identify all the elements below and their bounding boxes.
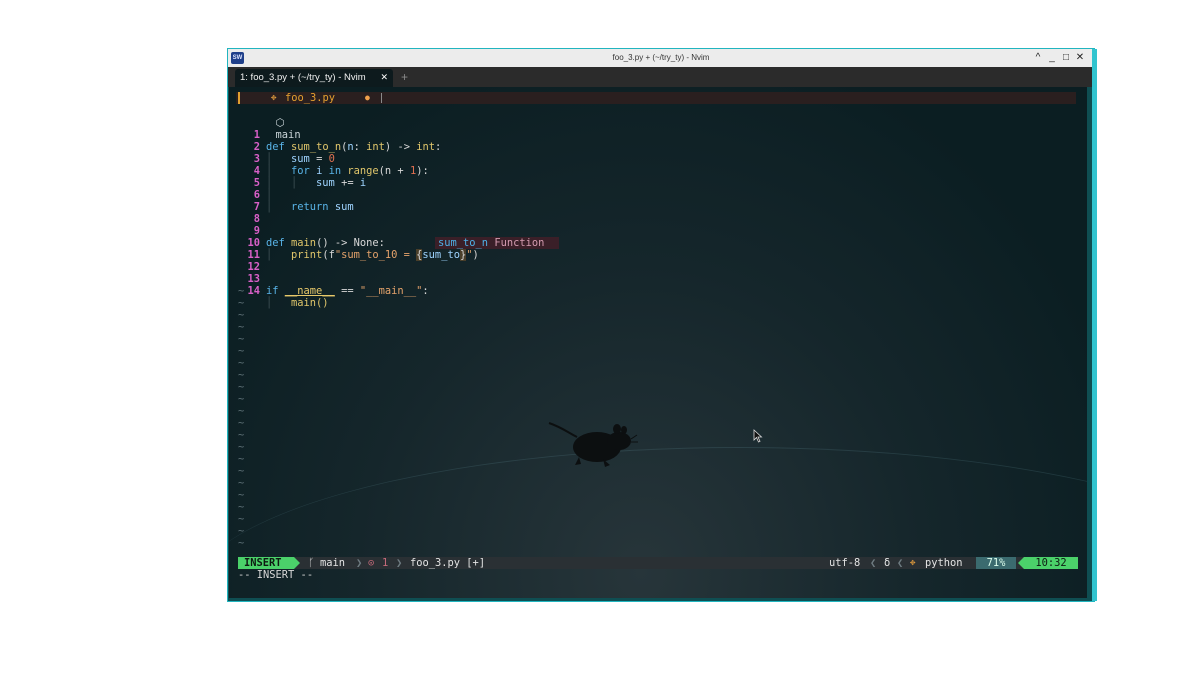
cursor-position: 10:32 [1018, 557, 1078, 569]
modified-dot-icon: ● [365, 93, 370, 102]
minimize-button[interactable]: _ [1046, 49, 1058, 67]
tab-foo3[interactable]: 1: foo_3.py + (~/try_ty) - Nvim ✕ [235, 69, 393, 87]
empty-line-tilde: ~ [238, 309, 245, 321]
branch-name: main [320, 557, 346, 569]
code-line: 2 │ sum = 0 [229, 129, 1087, 165]
code-line: 6 │ return sum [229, 177, 1087, 213]
empty-line-tilde: ~ [238, 321, 245, 333]
editor-area[interactable]: ✥ foo_3.py ● ⬡ main 1 def sum_to_n(n: in… [229, 87, 1087, 598]
empty-line-tilde: ~ [238, 297, 245, 309]
context-breadcrumb: ⬡ main [238, 105, 301, 141]
buffer-separator [381, 93, 382, 103]
empty-line-tilde: ~ [238, 477, 245, 489]
code-line: 8 [229, 201, 1087, 225]
separator-icon: ❮ [870, 557, 877, 569]
code-line: 5 │ [229, 165, 1087, 201]
empty-line-tilde: ~ [238, 369, 245, 381]
python-icon: ✥ [271, 93, 277, 103]
buffer-active-marker [238, 92, 240, 104]
empty-line-tilde: ~ [238, 453, 245, 465]
empty-line-tilde: ~ [238, 441, 245, 453]
git-branch-icon: ᚴ [308, 557, 315, 569]
tab-label: 1: foo_3.py + (~/try_ty) - Nvim [240, 72, 366, 83]
empty-line-tilde: ~ [238, 357, 245, 369]
diagnostics-count: 1 [382, 557, 389, 569]
empty-line-tilde: ~ [238, 381, 245, 393]
code-line: 10 │ print(f"sum_to_10 = {sum_to}") [229, 225, 1087, 261]
separator-icon: ❯ [396, 557, 403, 569]
code-line: 9 def main() -> None: [229, 213, 1087, 249]
empty-line-tilde: ~ [238, 417, 245, 429]
separator-icon: ❯ [356, 557, 363, 569]
tab-bar: 1: foo_3.py + (~/try_ty) - Nvim ✕ + [228, 67, 1094, 87]
code-line: 12 [229, 249, 1087, 273]
scroll-percent: 71% [976, 557, 1016, 569]
statusline: INSERT ᚴ main ❯ ⊙ 1 ❯ foo_3.py [+] utf-8… [238, 557, 1078, 569]
empty-line-tilde: ~ [238, 465, 245, 477]
empty-line-tilde: ~ [238, 525, 245, 537]
empty-line-tilde: ~ [238, 393, 245, 405]
code-line: 7 [229, 189, 1087, 213]
empty-line-tilde: ~ [238, 345, 245, 357]
empty-line-tilde: ~ [238, 333, 245, 345]
empty-line-tilde: ~ [238, 537, 245, 549]
title-bar: SW foo_3.py + (~/try_ty) - Nvim ^ _ □ ✕ [228, 49, 1094, 67]
code-line: 14 │ main() [229, 273, 1087, 309]
code-line: 1 def sum_to_n(n: int) -> int: [229, 117, 1087, 153]
buffer-name[interactable]: foo_3.py [285, 92, 335, 104]
command-line: -- INSERT -- [238, 569, 314, 581]
statusline-filename: foo_3.py [+] [410, 557, 486, 569]
diagnostics-icon: ⊙ [368, 557, 375, 569]
window-title: foo_3.py + (~/try_ty) - Nvim [612, 53, 710, 62]
empty-line-tilde: ~ [238, 489, 245, 501]
tab-close-icon[interactable]: ✕ [380, 69, 388, 86]
code-line: 11 [229, 237, 1087, 261]
maximize-button[interactable]: □ [1060, 49, 1072, 67]
python-icon: ✥ [910, 558, 916, 568]
empty-line-tilde: ~ [238, 513, 245, 525]
empty-line-tilde: ~ [238, 429, 245, 441]
filetype: python [925, 557, 963, 569]
mouse-pointer-icon [753, 429, 763, 443]
close-window-button[interactable]: ✕ [1074, 49, 1086, 67]
terminal-window: SW foo_3.py + (~/try_ty) - Nvim ^ _ □ ✕ … [227, 48, 1097, 602]
empty-line-tilde: ~ [238, 501, 245, 513]
mode-indicator: INSERT [238, 557, 300, 569]
xfce-mouse-icon [548, 422, 638, 467]
file-encoding: utf-8 [829, 557, 861, 569]
new-tab-button[interactable]: + [401, 69, 408, 85]
empty-line-tilde: ~ [238, 405, 245, 417]
code-line: 4 │ │ sum += i [229, 153, 1087, 189]
code-line: 13 if __name__ == "__main__": [229, 261, 1087, 297]
delta-icon: δ [884, 557, 891, 569]
code-line: 3 │ for i in range(n + 1): [229, 141, 1087, 177]
keep-above-button[interactable]: ^ [1032, 49, 1044, 67]
bufferline: ✥ foo_3.py ● [236, 92, 1076, 104]
empty-line-tilde: ~ [238, 285, 245, 297]
separator-icon: ❮ [897, 557, 904, 569]
